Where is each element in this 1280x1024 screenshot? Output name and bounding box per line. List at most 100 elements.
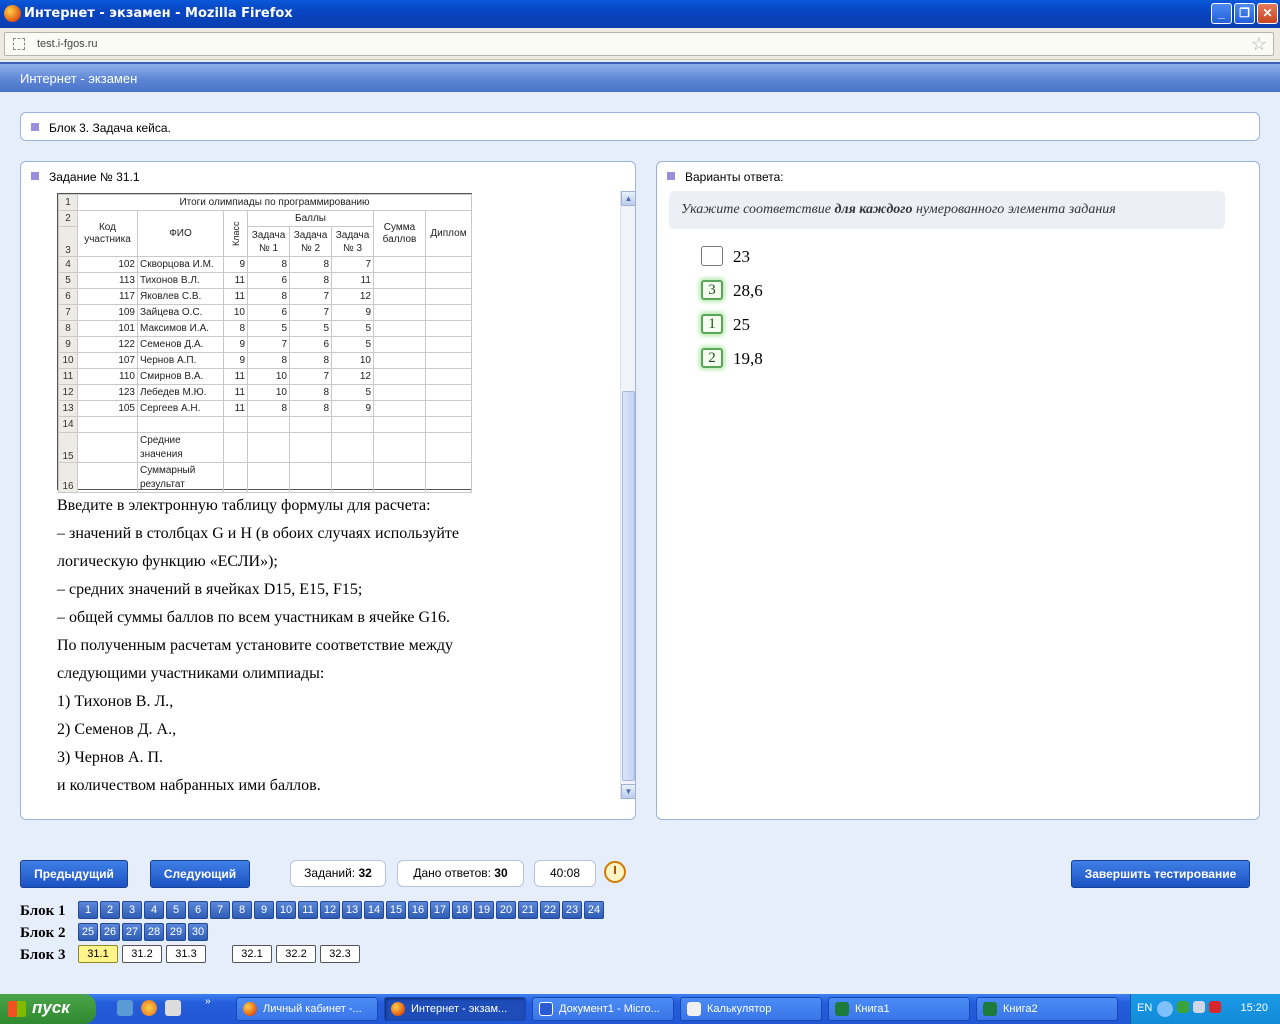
question-button-1[interactable]: 1 <box>78 901 98 919</box>
question-button-19[interactable]: 19 <box>474 901 494 919</box>
question-button-25[interactable]: 25 <box>78 923 98 941</box>
row-number: 4 <box>58 256 78 273</box>
question-button-28[interactable]: 28 <box>144 923 164 941</box>
cell-diploma <box>425 352 472 369</box>
question-button-32.2[interactable]: 32.2 <box>276 945 316 963</box>
taskbar-window-label: Книга1 <box>855 1003 890 1015</box>
answer-mark-box[interactable] <box>701 246 723 266</box>
taskbar-window-label: Документ1 - Micro... <box>559 1003 660 1015</box>
question-button-17[interactable]: 17 <box>430 901 450 919</box>
question-button-32.3[interactable]: 32.3 <box>320 945 360 963</box>
block-row-label: Блок 3 <box>20 947 66 963</box>
question-button-7[interactable]: 7 <box>210 901 230 919</box>
url-field[interactable]: test.i-fgos.ru ☆ <box>4 32 1274 56</box>
cell-sum <box>373 368 426 385</box>
answer-mark-box[interactable]: 1 <box>701 314 723 334</box>
question-button-31.3[interactable]: 31.3 <box>166 945 206 963</box>
cell-class: 9 <box>223 256 248 273</box>
cell-task2: 5 <box>289 320 332 337</box>
tray-arrow-icon[interactable] <box>1157 1001 1173 1017</box>
answer-mark-box[interactable]: 2 <box>701 348 723 368</box>
finish-test-button[interactable]: Завершить тестирование <box>1071 860 1250 888</box>
question-button-5[interactable]: 5 <box>166 901 186 919</box>
quicklaunch-firefox-icon[interactable] <box>141 1000 157 1016</box>
question-button-2[interactable]: 2 <box>100 901 120 919</box>
scroll-up-arrow-icon[interactable]: ▲ <box>621 191 636 206</box>
question-button-23[interactable]: 23 <box>562 901 582 919</box>
scroll-thumb[interactable] <box>622 391 635 781</box>
question-button-11[interactable]: 11 <box>298 901 318 919</box>
block-label: Блок 3. Задача кейса. <box>49 121 171 135</box>
question-button-20[interactable]: 20 <box>496 901 516 919</box>
start-button[interactable]: пуск <box>0 994 96 1024</box>
cell-code: 110 <box>77 368 138 385</box>
cell-code: 122 <box>77 336 138 353</box>
question-button-13[interactable]: 13 <box>342 901 362 919</box>
tray-antivirus-icon[interactable] <box>1209 1001 1221 1013</box>
taskbar-window-4[interactable]: Калькулятор <box>680 997 822 1021</box>
cell-class: 11 <box>223 272 248 289</box>
close-button[interactable]: ✕ <box>1257 3 1278 24</box>
question-button-31.1[interactable]: 31.1 <box>78 945 118 963</box>
language-indicator[interactable]: EN <box>1137 1002 1152 1014</box>
question-button-3[interactable]: 3 <box>122 901 142 919</box>
taskbar-window-2[interactable]: Интернет - экзам... <box>384 997 526 1021</box>
quicklaunch-app-icon[interactable] <box>165 1000 181 1016</box>
question-button-30[interactable]: 30 <box>188 923 208 941</box>
question-button-26[interactable]: 26 <box>100 923 120 941</box>
sheet-data-row: 9 122 Семенов Д.А. 9 7 6 5 <box>58 336 472 353</box>
question-button-24[interactable]: 24 <box>584 901 604 919</box>
question-button-12[interactable]: 12 <box>320 901 340 919</box>
block-row-label: Блок 1 <box>20 903 66 919</box>
question-button-31.2[interactable]: 31.2 <box>122 945 162 963</box>
question-button-4[interactable]: 4 <box>144 901 164 919</box>
question-button-29[interactable]: 29 <box>166 923 186 941</box>
cell-diploma <box>425 272 472 289</box>
taskbar-window-label: Книга2 <box>1003 1003 1038 1015</box>
prev-button[interactable]: Предыдущий <box>20 860 128 888</box>
cell-diploma <box>425 320 472 337</box>
taskbar-window-6[interactable]: Книга2 <box>976 997 1118 1021</box>
answer-mark-box[interactable]: 3 <box>701 280 723 300</box>
cell-task1: 10 <box>247 384 290 401</box>
answer-value: 19,8 <box>733 349 763 368</box>
word-icon <box>539 1002 553 1016</box>
quicklaunch-ie-icon[interactable] <box>117 1000 133 1016</box>
task-scrollbar[interactable]: ▲ ▼ <box>620 191 636 799</box>
quicklaunch-expand-icon[interactable]: » <box>205 996 211 1007</box>
cell-class: 9 <box>223 352 248 369</box>
window-title: Интернет - экзамен - Mozilla Firefox <box>24 6 293 21</box>
question-button-22[interactable]: 22 <box>540 901 560 919</box>
taskbar-window-5[interactable]: Книга1 <box>828 997 970 1021</box>
tray-network-icon[interactable] <box>1177 1001 1189 1013</box>
bookmark-star-icon[interactable]: ☆ <box>1251 34 1267 55</box>
next-button[interactable]: Следующий <box>150 860 250 888</box>
excel-icon <box>983 1002 997 1016</box>
question-button-9[interactable]: 9 <box>254 901 274 919</box>
cell-diploma <box>425 304 472 321</box>
question-button-10[interactable]: 10 <box>276 901 296 919</box>
site-identity-icon[interactable] <box>13 38 25 50</box>
question-button-18[interactable]: 18 <box>452 901 472 919</box>
spreadsheet-table: 1 Итоги олимпиады по программированию 2 … <box>58 194 472 493</box>
question-button-14[interactable]: 14 <box>364 901 384 919</box>
taskbar-window-3[interactable]: Документ1 - Micro... <box>532 997 674 1021</box>
window-titlebar: Интернет - экзамен - Mozilla Firefox _ ❐… <box>0 0 1280 28</box>
tray-volume-icon[interactable] <box>1193 1001 1205 1013</box>
scroll-down-arrow-icon[interactable]: ▼ <box>621 784 636 799</box>
cell-task3: 11 <box>331 272 374 289</box>
taskbar-window-1[interactable]: Личный кабинет -... <box>236 997 378 1021</box>
question-button-16[interactable]: 16 <box>408 901 428 919</box>
maximize-button[interactable]: ❐ <box>1234 3 1255 24</box>
question-button-6[interactable]: 6 <box>188 901 208 919</box>
minimize-button[interactable]: _ <box>1211 3 1232 24</box>
question-button-27[interactable]: 27 <box>122 923 142 941</box>
question-button-32.1[interactable]: 32.1 <box>232 945 272 963</box>
question-button-15[interactable]: 15 <box>386 901 406 919</box>
question-button-8[interactable]: 8 <box>232 901 252 919</box>
question-button-21[interactable]: 21 <box>518 901 538 919</box>
sheet-data-row: 13 105 Сергеев А.Н. 11 8 8 9 <box>58 400 472 417</box>
cell-task3: 5 <box>331 320 374 337</box>
row-number: 9 <box>58 336 78 353</box>
cell-sum <box>373 288 426 305</box>
